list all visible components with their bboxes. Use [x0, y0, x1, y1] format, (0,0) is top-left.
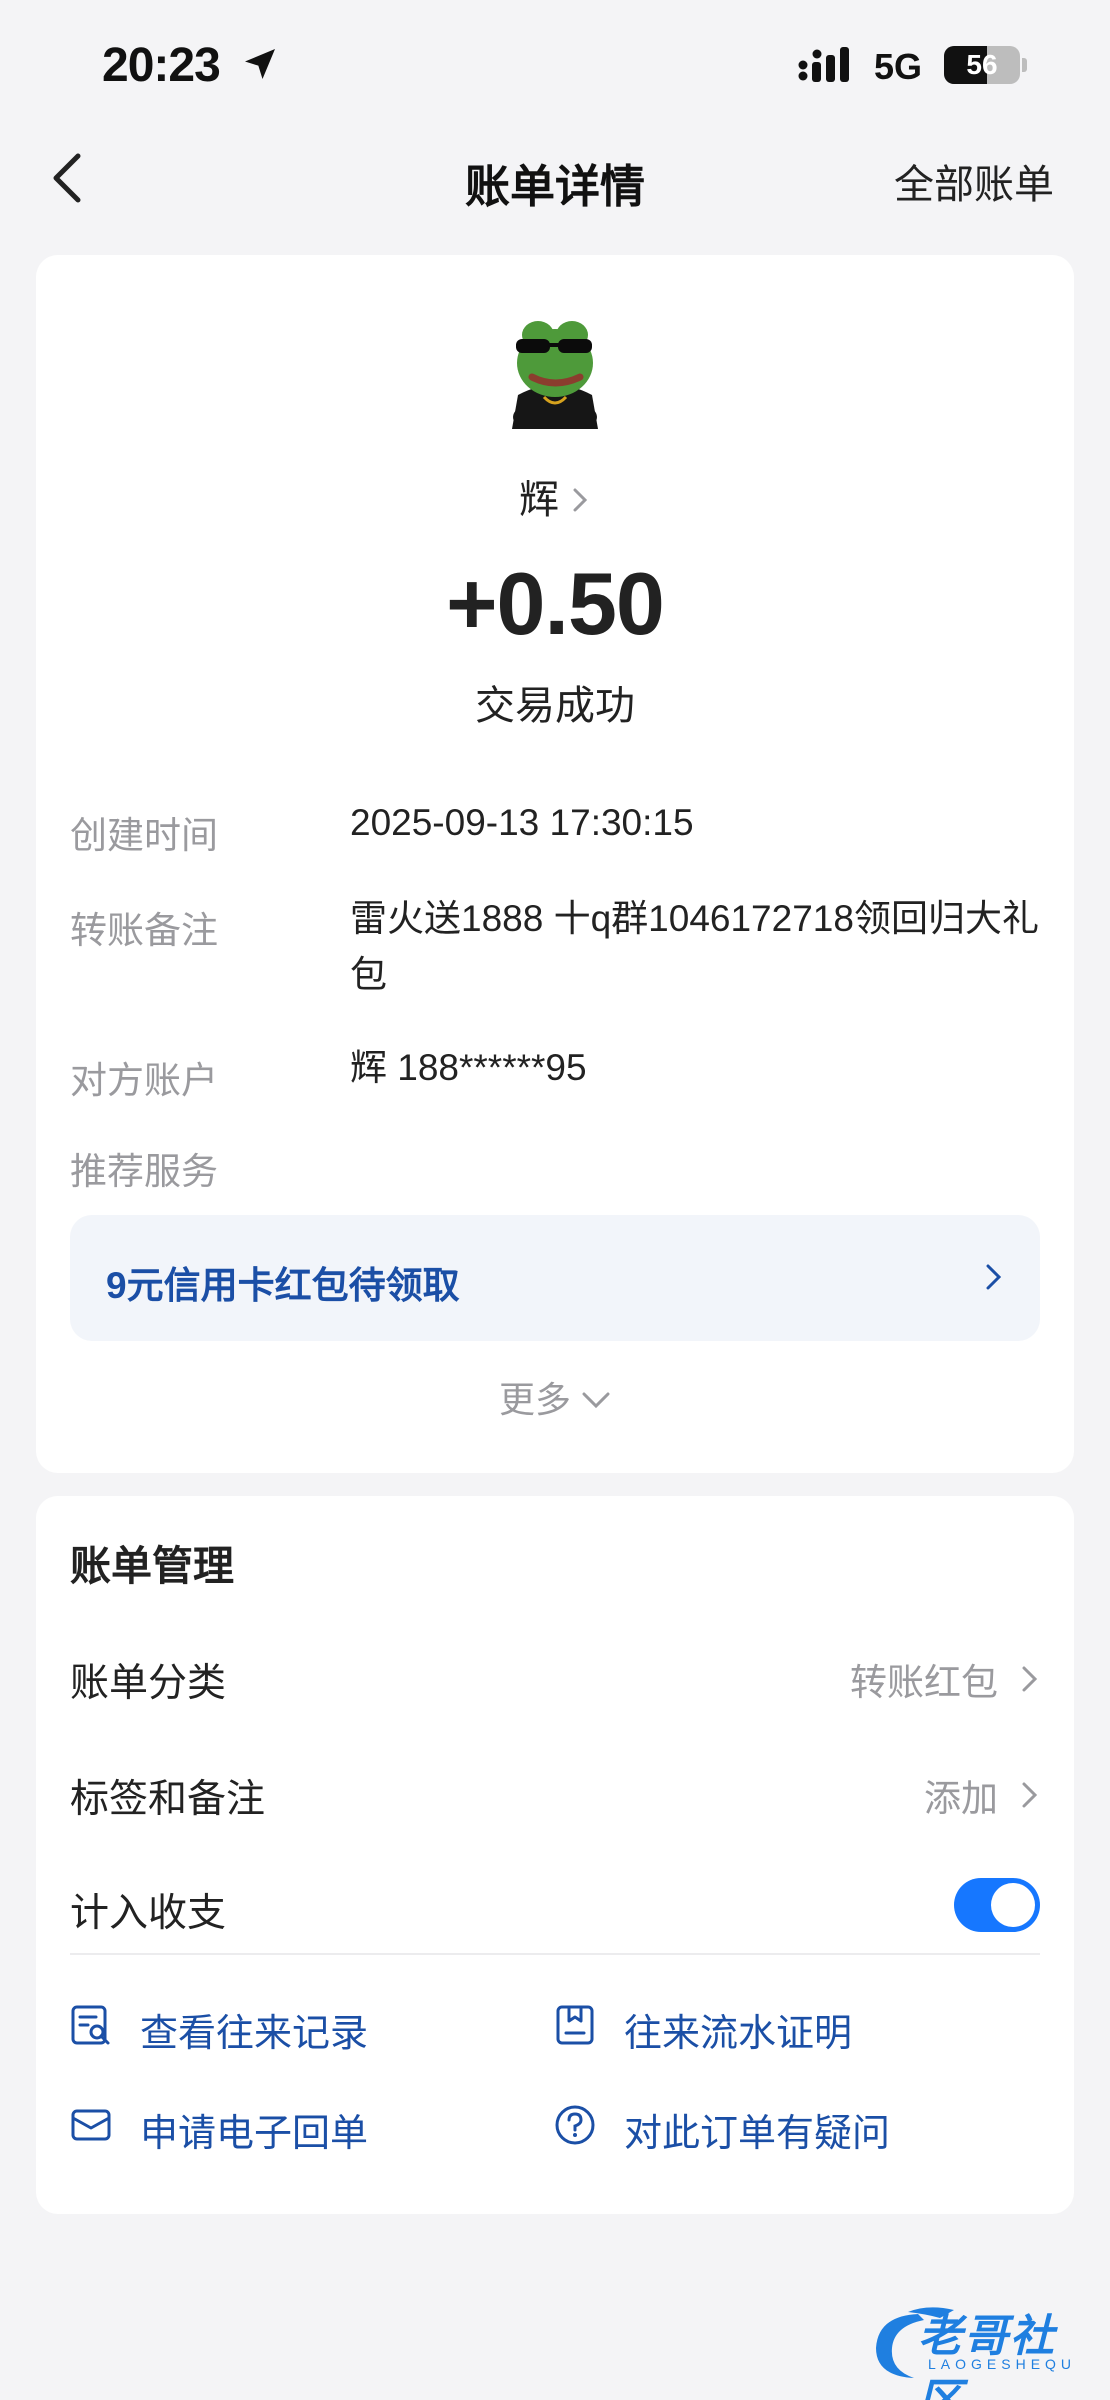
bill-summary-card: 辉 +0.50 交易成功 创建时间 2025-09-13 17:30:15 转账…: [36, 255, 1074, 1473]
statement-proof-action[interactable]: 往来流水证明: [554, 1992, 994, 2062]
bill-management-title: 账单管理: [70, 1543, 234, 1589]
question-circle-icon: [555, 2105, 595, 2145]
bill-management-card: 账单管理 账单分类 转账红包 标签和备注 添加 计入收支 查看往来记录 往来流水…: [36, 1496, 1074, 2214]
more-label: 更多: [498, 1379, 571, 1420]
bill-category-row[interactable]: 账单分类 转账红包: [70, 1636, 1040, 1716]
order-question-action[interactable]: 对此订单有疑问: [554, 2092, 994, 2162]
chevron-right-icon: [1022, 1666, 1038, 1692]
counterparty-name-link[interactable]: 辉: [36, 467, 1074, 525]
transfer-note-label: 转账备注: [70, 910, 218, 951]
signal-icon: [798, 47, 849, 82]
all-bills-link[interactable]: 全部账单: [894, 152, 1054, 210]
site-watermark: 老哥社区 LAOGESHEQU: [868, 2292, 1098, 2400]
network-type: 5G: [874, 46, 923, 87]
more-toggle[interactable]: 更多: [36, 1371, 1074, 1423]
transaction-status: 交易成功: [475, 684, 635, 728]
include-in-budget-toggle[interactable]: [954, 1878, 1040, 1932]
chevron-right-icon: [573, 488, 588, 512]
transaction-amount: +0.50: [446, 554, 665, 653]
mail-icon: [71, 2109, 111, 2141]
certificate-icon: [556, 2005, 594, 2045]
view-records-label: 查看往来记录: [140, 2013, 369, 2055]
bill-category-value: 转账红包: [850, 1662, 998, 1703]
tags-notes-row[interactable]: 标签和备注 添加: [70, 1752, 1040, 1832]
bill-category-label: 账单分类: [70, 1662, 227, 1705]
tags-notes-label: 标签和备注: [70, 1778, 266, 1821]
order-question-label: 对此订单有疑问: [624, 2113, 891, 2155]
battery-level: 56: [966, 49, 998, 80]
promo-text: 9元信用卡红包待领取: [106, 1265, 460, 1306]
location-arrow-icon: [245, 49, 275, 79]
credit-card-promo-banner[interactable]: 9元信用卡红包待领取: [70, 1215, 1040, 1341]
e-receipt-action[interactable]: 申请电子回单: [70, 2092, 510, 2162]
status-bar: 20:23 5G 56: [0, 0, 1110, 130]
chevron-right-icon: [986, 1264, 1002, 1290]
divider: [70, 1953, 1040, 1955]
recommended-services-label: 推荐服务: [70, 1151, 218, 1192]
statement-proof-label: 往来流水证明: [624, 2013, 853, 2055]
transfer-note-value: 雷火送1888 十q群1046172718领回归大礼包: [350, 898, 1039, 995]
counterparty-account-label: 对方账户: [70, 1060, 218, 1101]
tags-notes-value: 添加: [924, 1778, 998, 1819]
watermark-subtext: LAOGESHEQU: [928, 2356, 1077, 2372]
chevron-down-icon: [582, 1392, 610, 1409]
battery-icon: 56: [944, 46, 1020, 84]
battery-tip: [1022, 58, 1027, 72]
include-in-budget-row: 计入收支: [70, 1866, 1040, 1946]
toggle-knob: [991, 1883, 1035, 1927]
watermark-text: 老哥社区: [918, 2312, 1056, 2400]
status-time: 20:23: [102, 39, 221, 92]
counterparty-account-value: 辉 188******95: [350, 1047, 587, 1088]
e-receipt-label: 申请电子回单: [140, 2113, 369, 2155]
created-time-value: 2025-09-13 17:30:15: [350, 802, 694, 843]
chevron-right-icon: [1022, 1782, 1038, 1808]
counterparty-name: 辉: [519, 478, 559, 522]
view-records-action[interactable]: 查看往来记录: [70, 1992, 510, 2062]
include-in-budget-label: 计入收支: [70, 1892, 227, 1935]
records-search-icon: [71, 2005, 110, 2045]
created-time-label: 创建时间: [70, 815, 218, 856]
avatar[interactable]: [502, 305, 608, 429]
